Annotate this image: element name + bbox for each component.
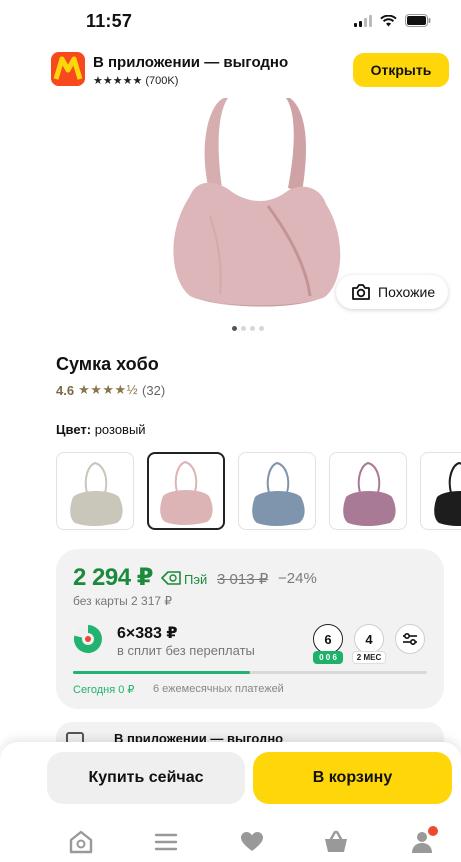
discount-badge: −24% xyxy=(278,570,317,587)
split-term-4-months: 4 xyxy=(365,631,373,647)
app-logo xyxy=(51,52,85,86)
product-photo xyxy=(173,98,341,307)
split-term-4[interactable]: 4 xyxy=(354,624,384,654)
camera-icon xyxy=(352,284,370,300)
split-settings-button[interactable] xyxy=(395,624,425,654)
color-swatches xyxy=(56,452,461,530)
pay-card-icon xyxy=(161,571,181,585)
similar-items-button[interactable]: Похожие xyxy=(336,275,448,309)
split-term-4-badge: 2 МЕС xyxy=(352,651,386,664)
color-swatch-black[interactable] xyxy=(420,452,461,530)
split-progress-bar xyxy=(73,671,427,674)
catalog-icon xyxy=(154,833,178,851)
color-selection-label: Цвет: розовый xyxy=(56,422,146,437)
sliders-icon xyxy=(403,632,417,646)
tab-favorites[interactable] xyxy=(238,828,266,856)
color-swatch-blue[interactable] xyxy=(238,452,316,530)
split-progress-fill xyxy=(73,671,250,674)
notification-dot xyxy=(428,826,438,836)
gallery-dot-active xyxy=(232,326,237,331)
gallery-dot xyxy=(250,326,255,331)
split-amount: 6×383 ₽ xyxy=(117,625,178,642)
status-time: 11:57 xyxy=(86,11,133,31)
color-value: розовый xyxy=(94,422,146,437)
color-swatch-beige[interactable] xyxy=(56,452,134,530)
split-term-6[interactable]: 6 xyxy=(313,624,343,654)
gallery-pagination xyxy=(232,326,264,331)
status-bar: 11:57 xyxy=(0,0,461,44)
split-today-label: Сегодня 0 ₽ xyxy=(73,684,135,696)
tab-bar xyxy=(0,818,461,862)
current-price: 2 294 ₽ xyxy=(73,564,153,591)
bottom-actions: Купить сейчас В корзину xyxy=(0,742,461,818)
signal-icon xyxy=(354,14,372,27)
price-card: 2 294 ₽ Пэй 3 013 ₽ −24% без карты 2 317… xyxy=(56,549,444,709)
add-to-cart-button[interactable]: В корзину xyxy=(253,752,452,804)
color-label: Цвет: xyxy=(56,422,92,437)
buy-now-button[interactable]: Купить сейчас xyxy=(47,752,245,804)
rating-stars-icon: ★★★★½ xyxy=(78,382,139,397)
old-price: 3 013 ₽ xyxy=(217,571,269,588)
split-term-6-badge: 0 0 6 xyxy=(313,651,343,664)
tab-cart[interactable] xyxy=(322,828,350,856)
battery-icon xyxy=(405,14,431,27)
tab-home[interactable] xyxy=(67,828,95,856)
split-subtitle: в сплит без переплаты xyxy=(117,643,255,658)
price-without-card: без карты 2 317 ₽ xyxy=(73,594,173,608)
app-banner-title: В приложении — выгодно xyxy=(93,54,289,71)
review-count: (32) xyxy=(142,382,166,398)
color-swatch-pink[interactable] xyxy=(147,452,225,530)
app-install-banner: В приложении — выгодно ★★★★★ (700K) Откр… xyxy=(0,48,461,96)
product-rating[interactable]: 4.6 ★★★★½ (32) xyxy=(56,382,165,398)
favorites-icon xyxy=(241,832,263,851)
split-payments-label: 6 ежемесячных платежей xyxy=(153,683,284,695)
color-swatch-purple[interactable] xyxy=(329,452,407,530)
status-icons xyxy=(354,14,431,27)
home-icon xyxy=(69,830,93,854)
gallery-dot xyxy=(259,326,264,331)
rating-value: 4.6 xyxy=(56,382,75,398)
similar-items-label: Похожие xyxy=(378,284,436,300)
split-term-6-months: 6 xyxy=(324,631,332,647)
wifi-icon xyxy=(380,14,397,26)
gallery-dot xyxy=(241,326,246,331)
split-logo-icon xyxy=(73,624,102,653)
tab-profile[interactable] xyxy=(408,826,438,856)
cart-icon xyxy=(325,830,347,852)
product-title: Сумка хобо xyxy=(56,354,159,374)
tab-catalog[interactable] xyxy=(152,828,180,856)
pay-label: Пэй xyxy=(184,572,208,587)
app-banner-rating: ★★★★★ (700K) xyxy=(93,75,179,87)
open-app-button[interactable]: Открыть xyxy=(353,53,449,87)
